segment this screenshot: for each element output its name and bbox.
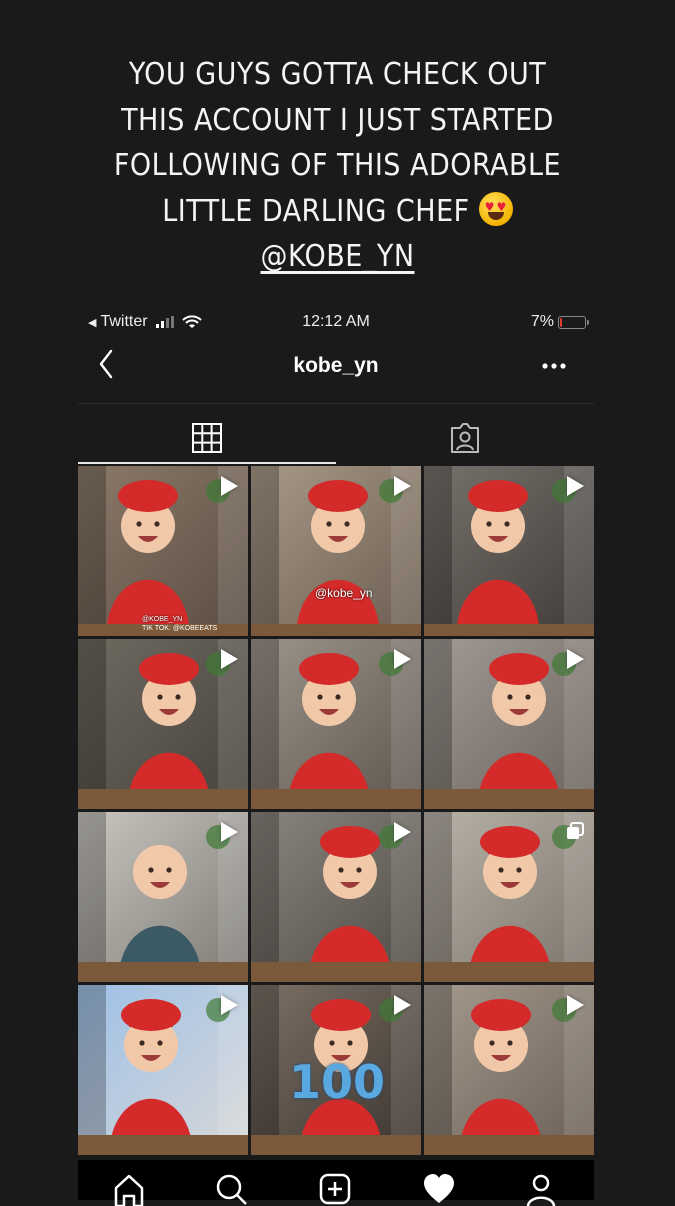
post-watermark: @KOBE_YN xyxy=(142,616,183,623)
video-play-icon xyxy=(394,995,411,1015)
post-thumbnail[interactable]: @kobe_yn xyxy=(251,466,421,636)
home-icon[interactable] xyxy=(112,1172,146,1206)
status-bar: ◀ Twitter 12:12 AM 7% xyxy=(78,308,594,336)
header-divider xyxy=(78,403,594,404)
search-icon[interactable] xyxy=(214,1172,248,1206)
caption-line-4: LITTLE DARLING CHEF xyxy=(162,193,470,229)
profile-tabs xyxy=(78,412,594,464)
post-watermark-secondary: TIK TOK: @KOBEEATS xyxy=(142,625,218,632)
carousel-icon xyxy=(567,822,584,839)
post-thumbnail[interactable] xyxy=(251,812,421,982)
caption-line-2: THIS ACCOUNT I JUST STARTED xyxy=(121,102,554,138)
activity-heart-icon[interactable] xyxy=(422,1172,456,1206)
tab-grid[interactable] xyxy=(78,412,336,464)
video-play-icon xyxy=(221,649,238,669)
status-time: 12:12 AM xyxy=(302,313,370,330)
post-thumbnail[interactable] xyxy=(424,466,594,636)
bottom-nav xyxy=(78,1160,594,1206)
post-thumbnail[interactable]: @KOBE_YN TIK TOK: @KOBEEATS xyxy=(78,466,248,636)
grid-icon xyxy=(192,423,222,453)
video-play-icon xyxy=(394,649,411,669)
post-watermark: @kobe_yn xyxy=(315,586,373,600)
video-play-icon xyxy=(221,476,238,496)
post-thumbnail[interactable] xyxy=(78,985,248,1155)
video-play-icon xyxy=(567,649,584,669)
battery-icon xyxy=(558,315,589,329)
video-play-icon xyxy=(567,995,584,1015)
caption-line-3: FOLLOWING OF THIS ADORABLE xyxy=(113,148,562,183)
new-post-icon[interactable] xyxy=(318,1172,352,1206)
post-thumbnail[interactable] xyxy=(251,639,421,809)
posts-grid: @KOBE_YN TIK TOK: @KOBEEATS @kobe_yn 100 xyxy=(78,466,594,1156)
profile-username: kobe_yn xyxy=(293,354,379,377)
post-thumbnail[interactable] xyxy=(424,985,594,1155)
tagged-person-icon xyxy=(451,423,479,453)
profile-icon[interactable] xyxy=(524,1172,558,1206)
post-thumbnail[interactable] xyxy=(424,812,594,982)
cake-candle-number: 100 xyxy=(289,1055,386,1109)
heart-eyes-emoji-icon: ♥ ♥ xyxy=(478,191,513,226)
tab-tagged[interactable] xyxy=(336,412,594,464)
post-thumbnail[interactable]: 100 xyxy=(251,985,421,1155)
caption-line-1: YOU GUYS GOTTA CHECK OUT xyxy=(128,57,547,92)
battery-percent: 7% xyxy=(530,313,554,330)
video-play-icon xyxy=(394,822,411,842)
video-play-icon xyxy=(221,822,238,842)
more-options-icon[interactable] xyxy=(542,362,566,370)
active-tab-indicator xyxy=(78,462,336,464)
post-thumbnail[interactable] xyxy=(78,639,248,809)
post-thumbnail[interactable] xyxy=(78,812,248,982)
post-thumbnail[interactable] xyxy=(424,639,594,809)
profile-header: kobe_yn xyxy=(78,340,594,400)
account-handle-link[interactable]: @KOBE_YN xyxy=(260,239,414,274)
video-play-icon xyxy=(567,476,584,496)
story-caption: YOU GUYS GOTTA CHECK OUT THIS ACCOUNT I … xyxy=(0,52,675,280)
video-play-icon xyxy=(394,476,411,496)
video-play-icon xyxy=(221,995,238,1015)
